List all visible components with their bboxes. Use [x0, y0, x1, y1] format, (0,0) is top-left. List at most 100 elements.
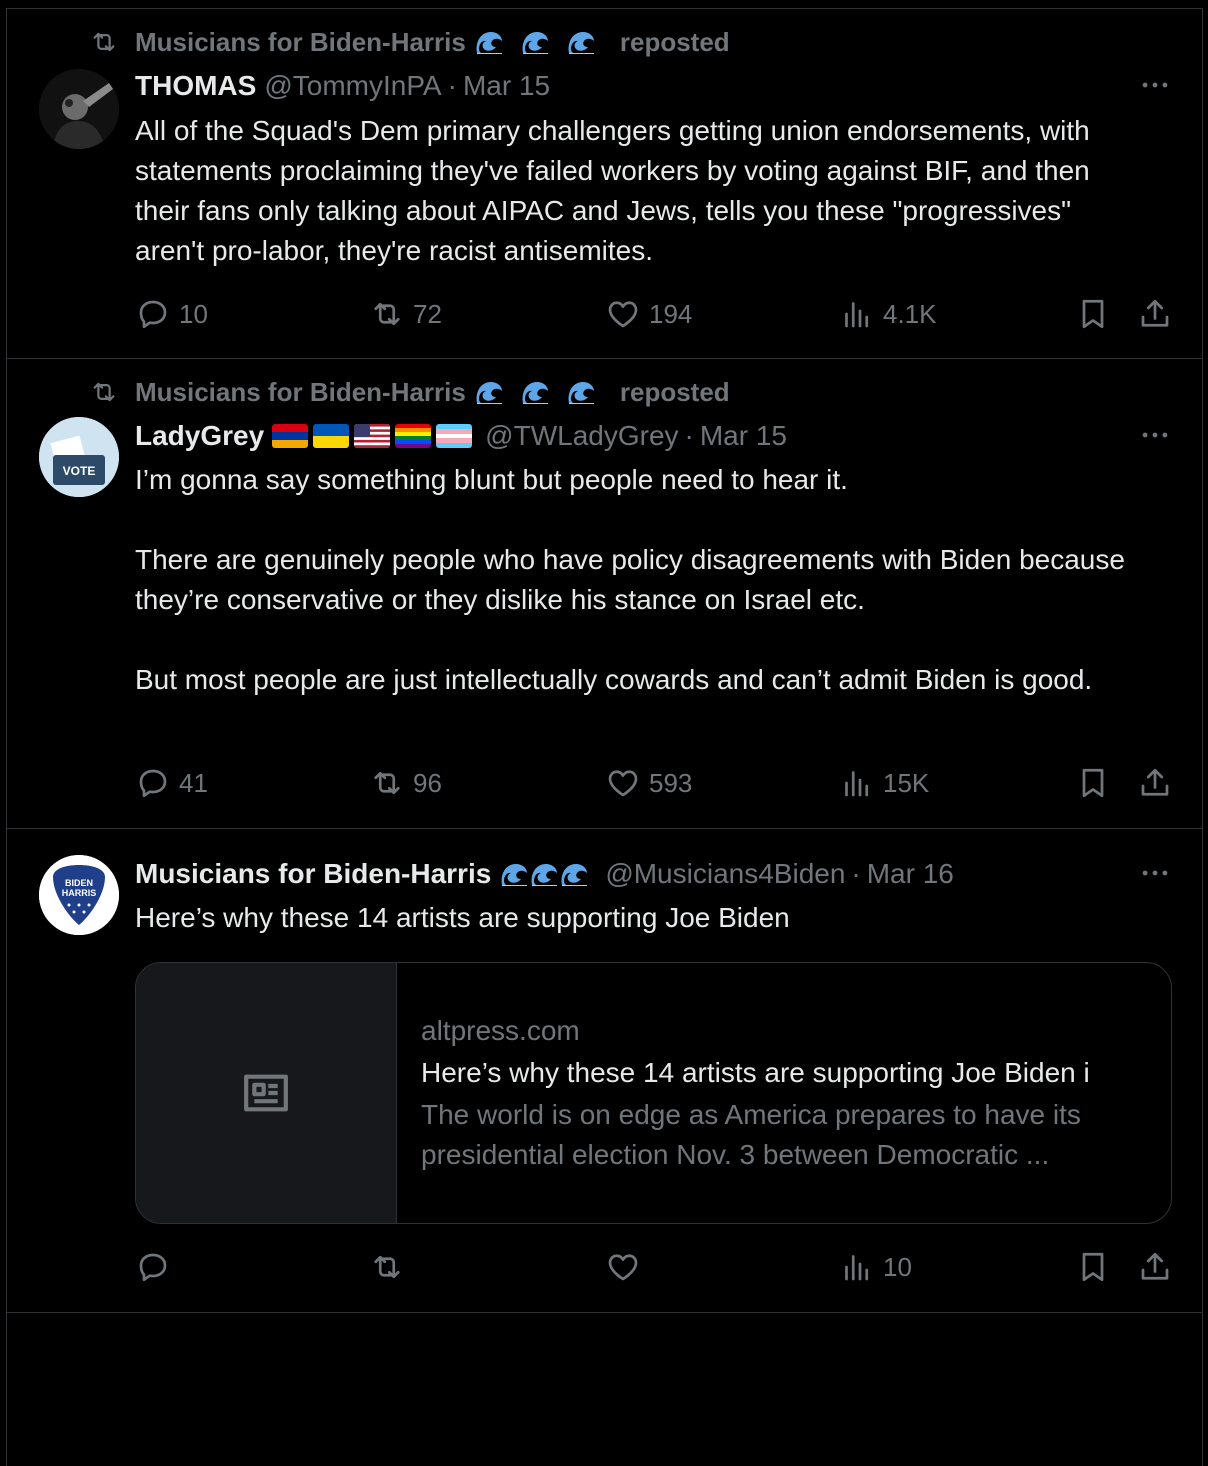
repost-icon [89, 27, 119, 57]
heart-icon [605, 296, 641, 332]
more-icon [1138, 856, 1172, 890]
bookmark-icon [1075, 765, 1111, 801]
repost-by-name[interactable]: Musicians for Biden-Harris [135, 27, 466, 58]
share-button[interactable] [1137, 296, 1181, 332]
avatar[interactable]: VOTE [39, 417, 119, 497]
water-wave-icon [566, 377, 596, 407]
armenia-flag-icon [272, 424, 309, 448]
flag-emojis [272, 424, 477, 448]
reply-button[interactable] [135, 1249, 179, 1285]
water-wave-icon [474, 27, 504, 57]
avatar-label-1: BIDEN [65, 878, 93, 888]
tweet-1[interactable]: Musicians for Biden-Harris reposted THOM… [7, 9, 1202, 359]
more-icon [1138, 418, 1172, 452]
tweet-header: LadyGrey @TWLadyGrey · Mar 15 [135, 418, 1172, 454]
repost-count: 72 [413, 298, 442, 329]
avatar-photo [39, 69, 119, 149]
repost-icon [89, 377, 119, 407]
views-count: 4.1K [883, 298, 937, 329]
views-icon [839, 765, 875, 801]
repost-context[interactable]: Musicians for Biden-Harris reposted [89, 377, 730, 407]
display-name[interactable]: Musicians for Biden-Harris [135, 858, 491, 890]
avatar-label: VOTE [63, 464, 96, 478]
views-button[interactable]: 4.1K [839, 296, 937, 332]
tweet-3[interactable]: BIDEN HARRIS Musicians for Biden-Harris … [7, 829, 1202, 1313]
action-bar: 10 [135, 1249, 1185, 1289]
more-icon [1138, 68, 1172, 102]
tweet-2[interactable]: Musicians for Biden-Harris reposted VOTE… [7, 359, 1202, 829]
reply-button[interactable]: 10 [135, 296, 208, 332]
avatar[interactable]: BIDEN HARRIS [39, 855, 119, 935]
wave-emojis [474, 377, 612, 407]
like-count: 194 [649, 298, 693, 329]
views-icon [839, 1249, 875, 1285]
timestamp[interactable]: Mar 15 [700, 420, 787, 452]
bookmark-button[interactable] [1075, 765, 1119, 801]
water-wave-icon [499, 861, 529, 887]
pride-flag-icon [395, 424, 432, 448]
card-thumbnail [136, 963, 397, 1223]
reply-icon [135, 765, 171, 801]
timestamp[interactable]: Mar 15 [463, 70, 550, 102]
display-name[interactable]: LadyGrey [135, 420, 264, 452]
handle[interactable]: @TommyInPA [264, 70, 441, 102]
ukraine-flag-icon [313, 424, 350, 448]
like-button[interactable]: 194 [605, 296, 692, 332]
bookmark-button[interactable] [1075, 1249, 1119, 1285]
tweet-text: All of the Squad's Dem primary challenge… [135, 115, 1098, 266]
share-button[interactable] [1137, 765, 1181, 801]
handle[interactable]: @TWLadyGrey [485, 420, 678, 452]
link-card[interactable]: altpress.com Here’s why these 14 artists… [135, 962, 1172, 1224]
water-wave-icon [566, 27, 596, 57]
reply-button[interactable]: 41 [135, 765, 208, 801]
tweet-header: Musicians for Biden-Harris @Musicians4Bi… [135, 856, 1172, 892]
like-button[interactable]: 593 [605, 765, 692, 801]
action-bar: 10 72 194 4.1K [135, 296, 1185, 336]
more-button[interactable] [1138, 856, 1172, 897]
heart-icon [605, 1249, 641, 1285]
repost-label: reposted [619, 26, 730, 57]
article-icon [244, 1074, 288, 1112]
views-button[interactable]: 15K [839, 765, 929, 801]
display-name[interactable]: THOMAS [135, 70, 256, 102]
card-description: The world is on edge as America prepares… [421, 1099, 1081, 1170]
avatar[interactable] [39, 69, 119, 149]
bookmark-button[interactable] [1075, 296, 1119, 332]
repost-button[interactable]: 72 [369, 296, 442, 332]
wave-emojis [499, 861, 589, 887]
more-button[interactable] [1138, 418, 1172, 459]
card-domain: altpress.com [421, 1015, 580, 1046]
views-count: 10 [883, 1251, 912, 1282]
usa-flag-icon [354, 424, 391, 448]
repost-context[interactable]: Musicians for Biden-Harris reposted [89, 27, 730, 57]
share-icon [1137, 1249, 1173, 1285]
more-button[interactable] [1138, 68, 1172, 109]
repost-icon [369, 1249, 405, 1285]
reply-icon [135, 1249, 171, 1285]
share-icon [1137, 765, 1173, 801]
like-count: 593 [649, 767, 693, 798]
like-button[interactable] [605, 1249, 649, 1285]
wave-emojis [474, 27, 612, 57]
card-title: Here’s why these 14 artists are supporti… [421, 1057, 1090, 1088]
share-button[interactable] [1137, 1249, 1181, 1285]
share-icon [1137, 296, 1173, 332]
repost-button[interactable] [369, 1249, 413, 1285]
timestamp[interactable]: Mar 16 [867, 858, 954, 890]
handle[interactable]: @Musicians4Biden [605, 858, 845, 890]
bookmark-icon [1075, 296, 1111, 332]
views-button[interactable]: 10 [839, 1249, 912, 1285]
water-wave-icon [520, 377, 550, 407]
separator: · [684, 420, 694, 451]
repost-button[interactable]: 96 [369, 765, 442, 801]
trans-flag-icon [436, 424, 473, 448]
reply-count: 10 [179, 298, 208, 329]
water-wave-icon [559, 861, 589, 887]
guitar-pick-logo-icon: BIDEN HARRIS [39, 855, 119, 935]
avatar-label-2: HARRIS [62, 888, 97, 898]
separator: · [447, 70, 457, 101]
repost-by-name[interactable]: Musicians for Biden-Harris [135, 377, 466, 408]
heart-icon [605, 765, 641, 801]
reply-count: 41 [179, 767, 208, 798]
tweet-text: Here’s why these 14 artists are supporti… [135, 902, 790, 933]
